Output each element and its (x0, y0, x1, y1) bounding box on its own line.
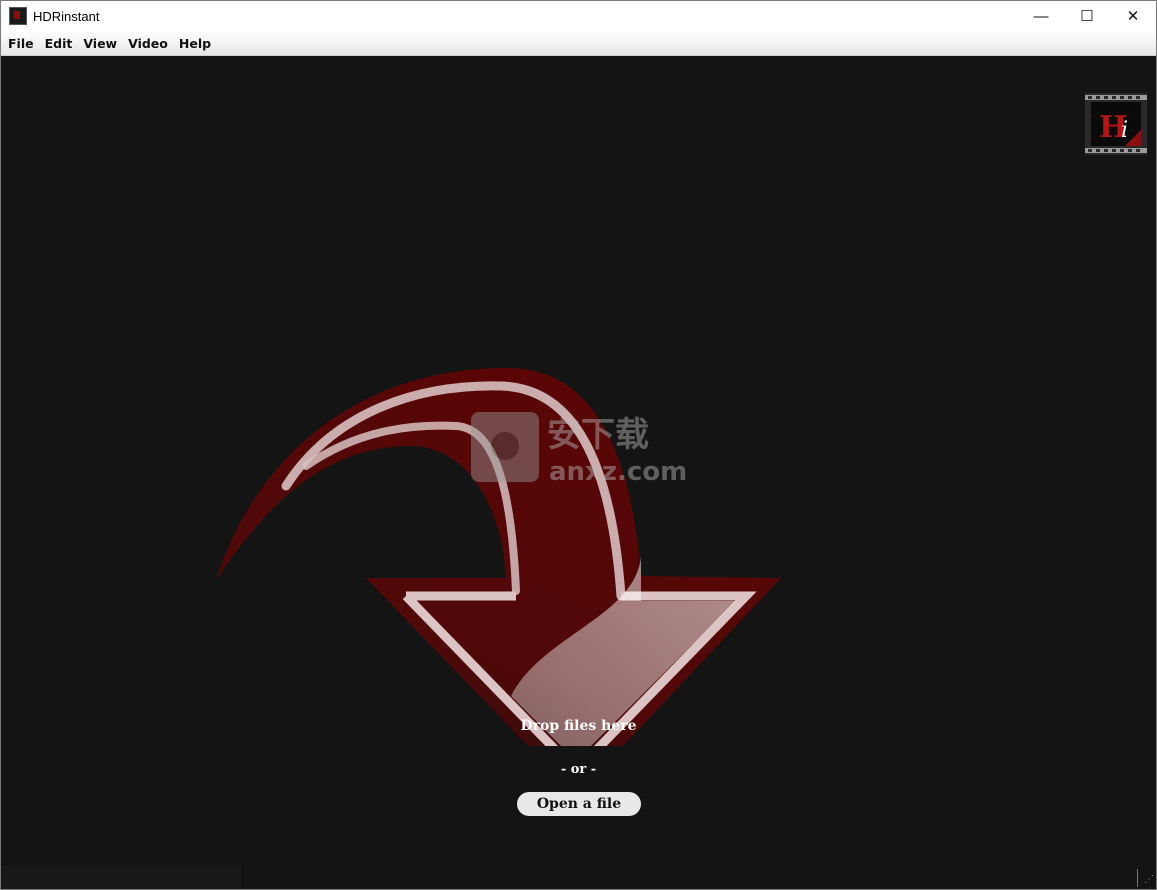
watermark-line2: anxz.com (549, 457, 687, 486)
menu-help[interactable]: Help (174, 36, 216, 51)
minimize-button[interactable]: — (1018, 1, 1064, 31)
window-controls: — ☐ ✕ (1018, 1, 1156, 31)
app-logo: H i (1085, 93, 1147, 155)
maximize-button[interactable]: ☐ (1064, 1, 1110, 31)
drop-area[interactable]: H i 安下载 anxz.com Drop files here - or - … (1, 56, 1156, 889)
title-bar[interactable]: HDRinstant — ☐ ✕ (1, 1, 1156, 31)
status-bar (1, 866, 241, 889)
menu-edit[interactable]: Edit (40, 36, 78, 51)
watermark-line1: 安下载 (547, 415, 649, 455)
drop-arrow-icon (216, 367, 781, 746)
close-button[interactable]: ✕ (1110, 1, 1156, 31)
close-icon: ✕ (1126, 8, 1140, 25)
app-window: HDRinstant — ☐ ✕ File Edit View Video He… (0, 0, 1157, 890)
app-icon (9, 7, 27, 25)
menu-file[interactable]: File (3, 36, 39, 51)
menu-video[interactable]: Video (123, 36, 173, 51)
watermark: 安下载 anxz.com (471, 412, 687, 486)
maximize-icon: ☐ (1080, 8, 1094, 25)
open-file-button[interactable]: Open a file (517, 792, 641, 816)
or-separator: - or - (560, 762, 597, 777)
minimize-icon: — (1033, 7, 1049, 25)
window-title: HDRinstant (33, 8, 100, 24)
menu-bar: File Edit View Video Help (1, 31, 1156, 56)
drop-files-label: Drop files here (520, 718, 637, 734)
logo-i-letter: i (1121, 118, 1128, 143)
resize-grip-icon[interactable]: ⋰ (1140, 873, 1154, 887)
menu-view[interactable]: View (78, 36, 122, 51)
status-divider (1137, 869, 1138, 887)
